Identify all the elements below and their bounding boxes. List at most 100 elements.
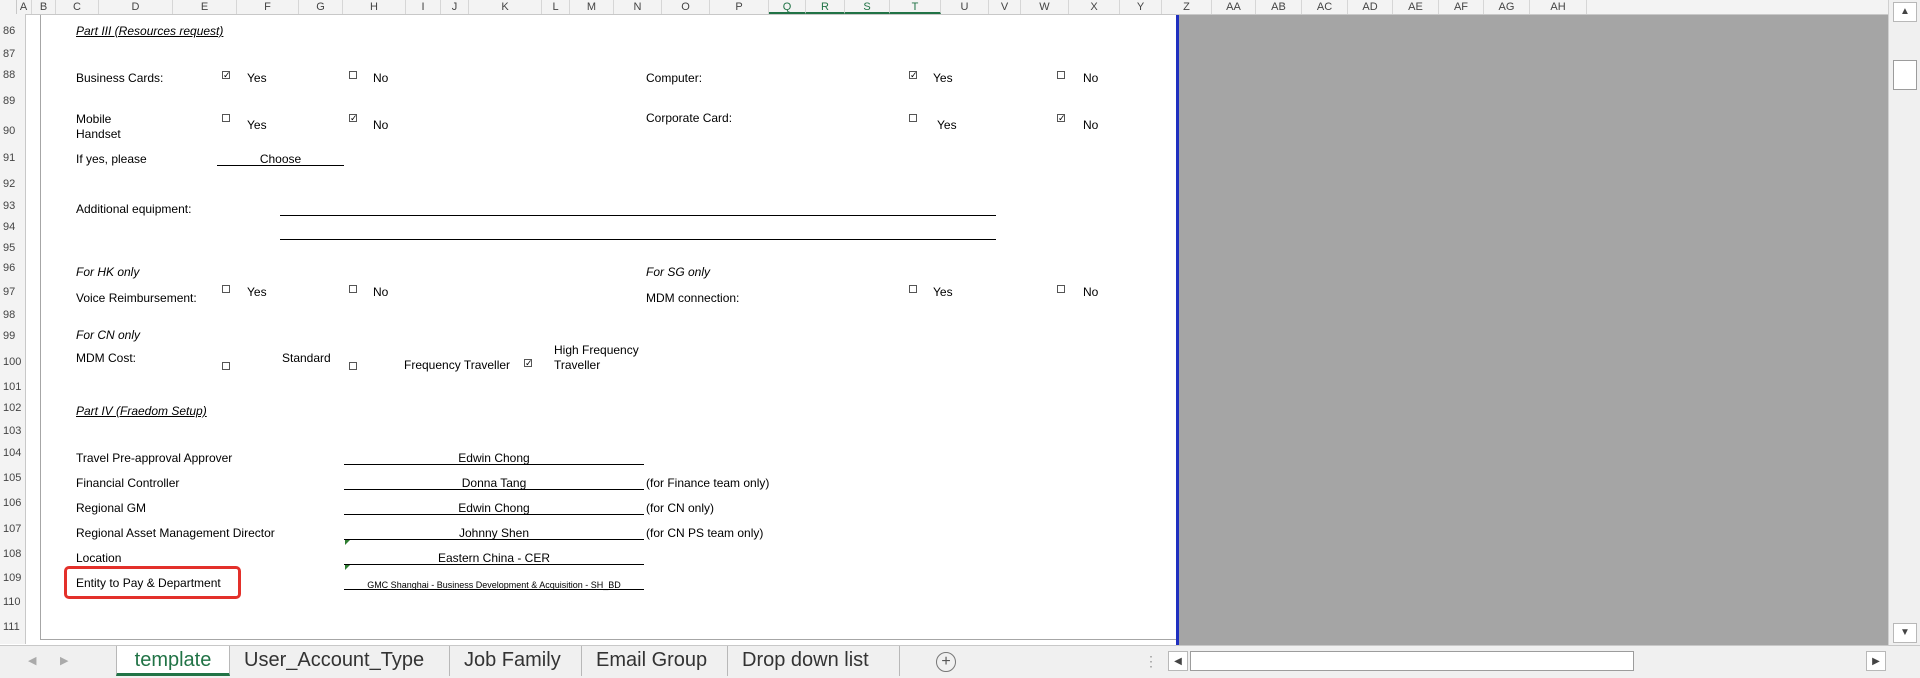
vertical-scrollbar[interactable]: ▲ ▼ <box>1888 0 1920 645</box>
add-sheet-icon[interactable]: + <box>936 652 956 672</box>
computer-yes-checkbox[interactable]: ✓ <box>909 71 918 80</box>
row-header-86[interactable]: 86 <box>0 25 25 37</box>
voice-yes-checkbox[interactable] <box>222 285 230 293</box>
mdm-cost-high-frequency-checkbox[interactable]: ✓ <box>524 359 533 368</box>
scroll-up-icon[interactable]: ▲ <box>1893 2 1917 22</box>
column-header-p[interactable]: P <box>710 0 769 14</box>
column-header-ag[interactable]: AG <box>1484 0 1530 14</box>
row-header-111[interactable]: 111 <box>0 621 25 633</box>
row-header-102[interactable]: 102 <box>0 402 25 414</box>
tab-next-icon[interactable]: ▶ <box>60 654 68 667</box>
row-header-105[interactable]: 105 <box>0 472 25 484</box>
horizontal-scrollbar[interactable]: ◀ ▶ <box>1168 650 1886 672</box>
column-header-h[interactable]: H <box>343 0 406 14</box>
location-value[interactable]: Eastern China - CER <box>344 551 644 565</box>
row-header-100[interactable]: 100 <box>0 356 25 368</box>
mobile-no-checkbox[interactable]: ✓ <box>349 114 358 123</box>
regional-gm-value[interactable]: Edwin Chong <box>344 501 644 515</box>
column-header-j[interactable]: J <box>441 0 469 14</box>
mdm-connection-yes-checkbox[interactable] <box>909 285 917 293</box>
column-header-ab[interactable]: AB <box>1256 0 1302 14</box>
column-header-z[interactable]: Z <box>1162 0 1212 14</box>
scroll-left-icon[interactable]: ◀ <box>1168 651 1188 671</box>
column-header-b[interactable]: B <box>32 0 56 14</box>
row-header-110[interactable]: 110 <box>0 596 25 608</box>
row-header-90[interactable]: 90 <box>0 125 25 137</box>
column-header-x[interactable]: X <box>1069 0 1120 14</box>
row-header-87[interactable]: 87 <box>0 48 25 60</box>
column-header-aa[interactable]: AA <box>1212 0 1256 14</box>
additional-equipment-line-1[interactable] <box>280 215 996 216</box>
row-header-97[interactable]: 97 <box>0 286 25 298</box>
mdm-connection-no-checkbox[interactable] <box>1057 285 1065 293</box>
column-header-k[interactable]: K <box>469 0 542 14</box>
row-header-108[interactable]: 108 <box>0 548 25 560</box>
row-header-101[interactable]: 101 <box>0 381 25 393</box>
mdm-cost-standard-checkbox[interactable] <box>222 362 230 370</box>
column-header-e[interactable]: E <box>173 0 237 14</box>
row-header-88[interactable]: 88 <box>0 69 25 81</box>
column-header-g[interactable]: G <box>299 0 343 14</box>
tab-job-family[interactable]: Job Family <box>450 646 582 676</box>
row-header-91[interactable]: 91 <box>0 152 25 164</box>
row-header-94[interactable]: 94 <box>0 221 25 233</box>
tab-split-handle-icon[interactable]: ⋮ <box>1144 653 1158 670</box>
row-header-98[interactable]: 98 <box>0 309 25 321</box>
column-header-c[interactable]: C <box>56 0 99 14</box>
financial-controller-value[interactable]: Donna Tang <box>344 476 644 490</box>
choose-dropdown[interactable]: Choose <box>217 152 344 166</box>
business-cards-yes-checkbox[interactable]: ✓ <box>222 71 231 80</box>
scroll-right-icon[interactable]: ▶ <box>1866 651 1886 671</box>
select-all-corner[interactable] <box>0 0 17 14</box>
column-header-a[interactable]: A <box>16 0 32 14</box>
vertical-scroll-thumb[interactable] <box>1893 60 1917 90</box>
travel-approver-value[interactable]: Edwin Chong <box>344 451 644 465</box>
column-header-l[interactable]: L <box>542 0 570 14</box>
additional-equipment-line-2[interactable] <box>280 239 996 240</box>
corporate-card-no-checkbox[interactable]: ✓ <box>1057 114 1066 123</box>
corporate-card-yes-checkbox[interactable] <box>909 114 917 122</box>
row-header-106[interactable]: 106 <box>0 497 25 509</box>
tab-email-group[interactable]: Email Group <box>582 646 728 676</box>
tab-user-account-type[interactable]: User_Account_Type <box>230 646 450 676</box>
column-header-u[interactable]: U <box>941 0 989 14</box>
row-header-89[interactable]: 89 <box>0 95 25 107</box>
column-header-y[interactable]: Y <box>1120 0 1162 14</box>
column-header-m[interactable]: M <box>570 0 614 14</box>
tab-drop-down-list[interactable]: Drop down list <box>728 646 900 676</box>
row-header-99[interactable]: 99 <box>0 330 25 342</box>
column-header-q[interactable]: Q <box>769 0 806 14</box>
column-header-ah[interactable]: AH <box>1530 0 1587 14</box>
row-header-96[interactable]: 96 <box>0 262 25 274</box>
column-header-r[interactable]: R <box>806 0 845 14</box>
asset-mgmt-value[interactable]: Johnny Shen <box>344 526 644 540</box>
column-header-af[interactable]: AF <box>1439 0 1484 14</box>
column-header-t[interactable]: T <box>890 0 941 14</box>
column-header-w[interactable]: W <box>1021 0 1069 14</box>
row-header-103[interactable]: 103 <box>0 425 25 437</box>
row-header-92[interactable]: 92 <box>0 178 25 190</box>
scroll-down-icon[interactable]: ▼ <box>1893 623 1917 643</box>
column-header-o[interactable]: O <box>662 0 710 14</box>
column-header-ad[interactable]: AD <box>1348 0 1393 14</box>
column-header-ae[interactable]: AE <box>1393 0 1439 14</box>
row-header-104[interactable]: 104 <box>0 447 25 459</box>
column-header-i[interactable]: I <box>406 0 441 14</box>
row-header-95[interactable]: 95 <box>0 242 25 254</box>
tab-prev-icon[interactable]: ◀ <box>28 654 36 667</box>
column-header-n[interactable]: N <box>614 0 662 14</box>
column-header-s[interactable]: S <box>845 0 890 14</box>
column-header-v[interactable]: V <box>989 0 1021 14</box>
row-header-93[interactable]: 93 <box>0 200 25 212</box>
tab-template[interactable]: template <box>116 646 230 676</box>
column-header-d[interactable]: D <box>99 0 173 14</box>
computer-no-checkbox[interactable] <box>1057 71 1065 79</box>
business-cards-no-checkbox[interactable] <box>349 71 357 79</box>
row-header-109[interactable]: 109 <box>0 572 25 584</box>
mdm-cost-frequency-checkbox[interactable] <box>349 362 357 370</box>
column-header-ac[interactable]: AC <box>1302 0 1348 14</box>
horizontal-scroll-thumb[interactable] <box>1190 651 1634 671</box>
column-header-f[interactable]: F <box>237 0 299 14</box>
voice-no-checkbox[interactable] <box>349 285 357 293</box>
row-header-107[interactable]: 107 <box>0 523 25 535</box>
